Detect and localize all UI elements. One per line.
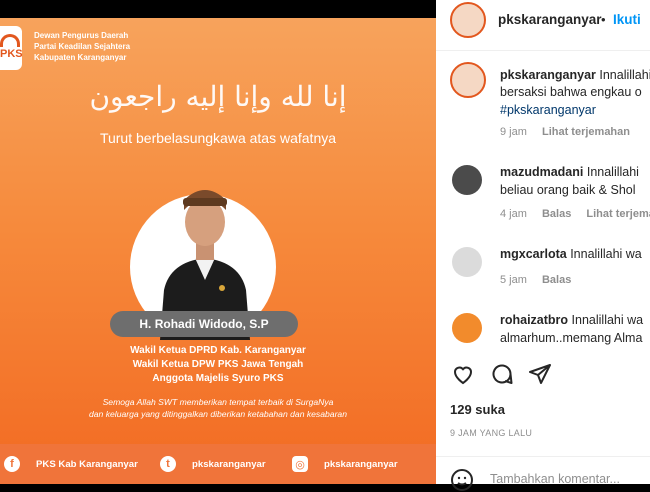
comment-meta: 4 jam Balas Lihat terjemah [500,208,650,220]
comment-username[interactable]: mgxcarlota [500,247,567,261]
twitter-label: pkskaranganyar [192,458,266,470]
social-footer: f PKS Kab Karanganyar t pkskaranganyar ◎… [0,444,436,484]
post-sidebar: pkskaranganyar • Ikuti pkskaranganyar In… [436,0,650,491]
prayer-line: dan keluarga yang ditinggalkan diberikan… [88,409,347,419]
role-line: Anggota Majelis Syuro PKS [152,373,284,384]
avatar[interactable] [452,313,482,343]
org-line: Kabupaten Karanganyar [34,53,127,62]
caption-line: bersaksi bahwa engkau o [500,85,642,99]
comment-time: 4 jam [500,208,527,220]
comment-text: mgxcarlota Innalillahi wa [500,245,642,264]
avatar[interactable] [452,247,482,277]
post-image[interactable]: PKS Dewan Pengurus Daerah Partai Keadila… [0,18,436,484]
facebook-label: PKS Kab Karanganyar [36,458,138,470]
post-timestamp: 9 JAM YANG LALU [450,428,533,438]
instagram-icon: ◎ [292,456,308,472]
share-icon[interactable] [528,362,552,386]
comment-username[interactable]: mazudmadani [500,165,583,179]
comment-line: Innalillahi wa [570,247,642,261]
separator-dot: • [601,12,606,27]
hashtag-link[interactable]: #pkskaranganyar [500,101,596,120]
org-line: Partai Keadilan Sejahtera [34,42,131,51]
facebook-icon: f [4,456,20,472]
heart-icon[interactable] [450,362,476,386]
logo-text: PKS [0,48,23,60]
divider [436,50,650,51]
avatar[interactable] [452,165,482,195]
caption-username[interactable]: pkskaranganyar [500,68,596,82]
translate-link[interactable]: Lihat terjemah [586,208,650,220]
caption-line: Innalillahi [599,68,650,82]
comment-text: mazudmadani Innalillahi [500,163,639,182]
avatar[interactable] [450,62,486,98]
prayer-line: Semoga Allah SWT memberikan tempat terba… [102,397,334,407]
comment-text: rohaizatbro Innalillahi wa [500,311,643,330]
org-line: Dewan Pengurus Daerah [34,31,129,40]
twitter-link: t pkskaranganyar [160,456,266,472]
reply-button[interactable]: Balas [542,208,571,220]
translate-link[interactable]: Lihat terjemahan [542,126,630,138]
avatar[interactable] [450,2,486,38]
comment-line: almarhum..memang Alma [500,331,643,345]
person-roles: Wakil Ketua DPRD Kab. Karanganyar Wakil … [0,344,436,386]
comment-username[interactable]: rohaizatbro [500,313,568,327]
comment-time: 5 jam [500,274,527,286]
twitter-icon: t [160,456,176,472]
action-bar [450,362,552,386]
comment-line: beliau orang baik & Shol [500,183,636,197]
caption-time: 9 jam [500,126,527,138]
comment-meta: 5 jam Balas [500,274,583,286]
pks-logo: PKS [0,26,23,70]
comment-line: Innalillahi wa [571,313,644,327]
likes-count[interactable]: 129 suka [450,402,505,417]
organization-name: Dewan Pengurus Daerah Partai Keadilan Se… [34,30,130,63]
role-line: Wakil Ketua DPRD Kab. Karanganyar [130,345,306,356]
header-username[interactable]: pkskaranganyar [498,12,602,27]
reply-button[interactable]: Balas [542,274,571,286]
caption-meta: 9 jam Lihat terjemahan [500,126,642,138]
role-line: Wakil Ketua DPW PKS Jawa Tengah [132,359,304,370]
comment-icon[interactable] [490,362,514,386]
condolence-subtitle: Turut berbelasungkawa atas wafatnya [99,130,337,146]
person-name: H. Rohadi Widodo, S.P [110,311,298,337]
comment-line: Innalillahi [586,165,639,179]
follow-button[interactable]: Ikuti [613,12,641,27]
instagram-label: pkskaranganyar [324,458,398,470]
prayer-text: Semoga Allah SWT memberikan tempat terba… [0,396,436,420]
emoji-icon[interactable] [450,468,474,492]
instagram-link: ◎ pkskaranganyar [292,456,398,472]
divider [436,456,650,457]
arabic-calligraphy: إنا لله وإنا إليه راجعون [89,80,347,113]
facebook-link: f PKS Kab Karanganyar [4,456,138,472]
